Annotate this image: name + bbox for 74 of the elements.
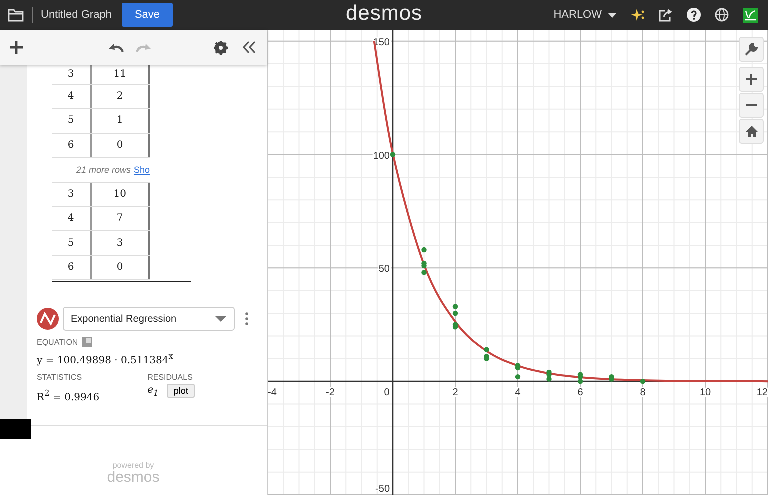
table-cell[interactable]: 4 bbox=[52, 207, 92, 230]
user-menu[interactable]: HARLOW bbox=[554, 9, 602, 21]
avatar-icon[interactable] bbox=[743, 8, 758, 22]
plus-icon bbox=[746, 74, 757, 85]
regression-dropdown[interactable]: Exponential Regression bbox=[63, 307, 235, 332]
residual-variable: e$_{1}$ bbox=[148, 384, 159, 398]
zoom-out-button[interactable] bbox=[739, 93, 764, 118]
home-icon bbox=[746, 126, 758, 137]
table-cell[interactable]: 7 bbox=[92, 207, 150, 230]
tick-label: 50 bbox=[378, 264, 390, 276]
zoom-in-button[interactable] bbox=[739, 67, 764, 92]
undo-icon[interactable] bbox=[108, 42, 124, 52]
sparkle-icon[interactable] bbox=[631, 8, 645, 22]
table-cell[interactable]: 6 bbox=[52, 256, 92, 280]
tick-label: 6 bbox=[578, 388, 584, 399]
tick-label: 2 bbox=[452, 388, 458, 399]
table-cell[interactable]: 5 bbox=[52, 109, 92, 133]
tick-label: 8 bbox=[640, 388, 646, 399]
footer-logo: desmos bbox=[107, 470, 160, 485]
table-cell[interactable]: 0 bbox=[92, 134, 150, 157]
table-cell[interactable]: 3 bbox=[92, 231, 150, 255]
save-button[interactable]: Save bbox=[122, 3, 174, 27]
data-point bbox=[640, 378, 646, 384]
data-point bbox=[390, 152, 396, 158]
data-point bbox=[422, 247, 427, 253]
occluding-block bbox=[0, 419, 31, 439]
table-cell[interactable]: 3 bbox=[52, 65, 92, 84]
data-point bbox=[515, 374, 521, 380]
show-link[interactable]: Sho bbox=[134, 164, 150, 175]
regression-equation: y = 100.49898 · 0.511384$^{x}$ bbox=[37, 351, 174, 366]
regression-icon bbox=[37, 308, 59, 330]
tick-label: -4 bbox=[268, 388, 277, 399]
copy-icon[interactable] bbox=[82, 337, 92, 348]
folder-icon[interactable] bbox=[8, 8, 24, 22]
table-cell[interactable]: 10 bbox=[92, 182, 150, 206]
tick-label: -50 bbox=[376, 484, 390, 495]
tick-label: 0 bbox=[384, 388, 390, 399]
equation-label: EQUATION bbox=[37, 338, 78, 347]
table-cell[interactable]: 11 bbox=[92, 65, 150, 84]
graph-title[interactable]: Untitled Graph bbox=[41, 9, 112, 21]
tick-label: 100 bbox=[373, 150, 390, 162]
caret-icon[interactable] bbox=[608, 12, 617, 18]
tick-label: 4 bbox=[515, 388, 521, 399]
statistics-label: STATISTICS bbox=[37, 373, 84, 382]
settings-icon[interactable] bbox=[214, 40, 228, 54]
table-cell[interactable]: 6 bbox=[52, 134, 92, 157]
r-squared-value: R$^{2}$ = 0.9946 bbox=[37, 388, 100, 404]
add-icon[interactable] bbox=[10, 41, 23, 54]
table-cell[interactable]: 0 bbox=[92, 256, 150, 280]
powered-by-text: powered by bbox=[112, 462, 154, 470]
more-options-icon[interactable] bbox=[245, 312, 249, 326]
plot-button[interactable]: plot bbox=[166, 384, 196, 398]
table-cell[interactable]: 3 bbox=[52, 182, 92, 206]
table-cell[interactable]: 2 bbox=[92, 85, 150, 108]
residuals-label: RESIDUALS bbox=[148, 373, 194, 382]
table-cell[interactable]: 5 bbox=[52, 231, 92, 255]
wrench-icon bbox=[745, 43, 758, 56]
table-cell[interactable]: 4 bbox=[52, 85, 92, 108]
graph-settings-button[interactable] bbox=[739, 37, 764, 62]
minus-icon bbox=[746, 104, 757, 107]
help-icon[interactable] bbox=[687, 8, 701, 22]
logo: desmos bbox=[346, 2, 423, 26]
tick-label: 12 bbox=[756, 388, 768, 399]
globe-icon[interactable] bbox=[715, 8, 729, 22]
tick-label: -2 bbox=[326, 388, 335, 399]
caret-icon bbox=[215, 316, 227, 322]
data-point bbox=[484, 347, 490, 352]
home-button[interactable] bbox=[739, 119, 764, 144]
table-cell[interactable]: 1 bbox=[92, 109, 150, 133]
more-rows-note: 21 more rows bbox=[76, 164, 131, 175]
data-point bbox=[422, 270, 427, 276]
share-icon[interactable] bbox=[659, 8, 673, 22]
collapse-icon[interactable] bbox=[242, 41, 256, 54]
tick-label: 10 bbox=[700, 388, 712, 399]
